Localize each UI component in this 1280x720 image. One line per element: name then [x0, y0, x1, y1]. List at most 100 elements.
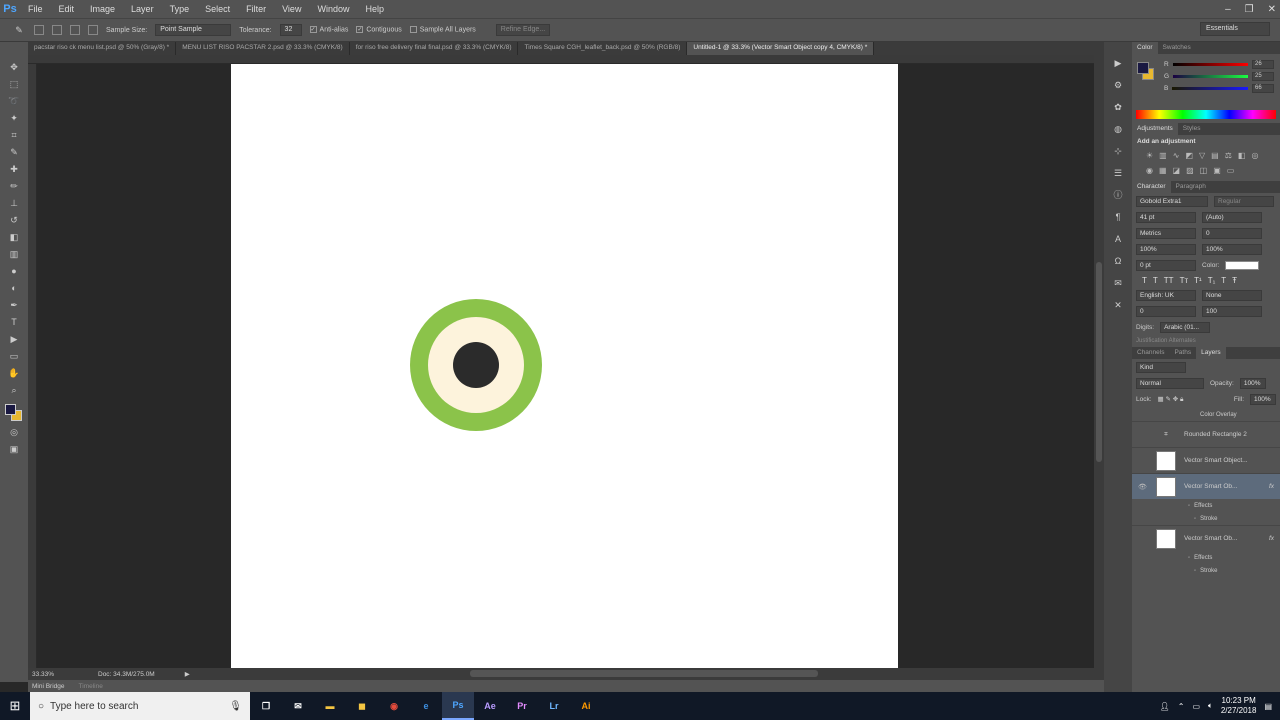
tool-presets-icon[interactable]: ⊹: [1111, 144, 1125, 158]
info-panel-icon[interactable]: ⓘ: [1111, 188, 1125, 202]
indent-field-1[interactable]: 0: [1136, 306, 1196, 317]
text-color-swatch[interactable]: [1225, 261, 1260, 270]
notifications-icon[interactable]: ▤: [1264, 702, 1272, 711]
menu-help[interactable]: Help: [357, 0, 392, 18]
anti-alias-dropdown[interactable]: None: [1202, 290, 1262, 301]
tab-layers[interactable]: Layers: [1196, 347, 1226, 359]
path-selection-icon[interactable]: ▶: [7, 332, 21, 346]
quick-mask-icon[interactable]: ◎: [7, 425, 21, 439]
menu-file[interactable]: File: [20, 0, 51, 18]
subtract-selection-icon[interactable]: [70, 25, 80, 35]
photo-filter-icon[interactable]: ◎: [1251, 151, 1258, 160]
effect-eye-icon[interactable]: ◦: [1194, 516, 1196, 522]
font-size-field[interactable]: 41 pt: [1136, 212, 1196, 223]
effect-eye-icon[interactable]: ◦: [1188, 555, 1190, 561]
lightroom-taskbar-icon[interactable]: Lr: [538, 692, 570, 720]
sample-all-layers-checkbox[interactable]: Sample All Layers: [409, 26, 476, 34]
intersect-selection-icon[interactable]: [88, 25, 98, 35]
fill-field[interactable]: 100%: [1250, 394, 1276, 405]
tolerance-input[interactable]: 32: [279, 24, 302, 36]
underline-icon[interactable]: T: [1221, 276, 1226, 285]
green-slider[interactable]: [1173, 74, 1248, 78]
edge-icon[interactable]: e: [410, 692, 442, 720]
effects-row[interactable]: ◦ Effects: [1132, 551, 1280, 564]
tab-channels[interactable]: Channels: [1132, 347, 1169, 359]
black-white-icon[interactable]: ◧: [1238, 151, 1246, 160]
workspace-dropdown[interactable]: Essentials: [1200, 22, 1270, 36]
vibrance-icon[interactable]: ▽: [1199, 151, 1205, 160]
glyphs-panel-icon[interactable]: Ω: [1111, 254, 1125, 268]
vertical-scroll-thumb[interactable]: [1096, 262, 1102, 462]
faux-bold-icon[interactable]: T: [1142, 276, 1147, 285]
layer-row[interactable]: ⌗ Rounded Rectangle 2: [1132, 421, 1280, 447]
eye-artwork[interactable]: [410, 299, 542, 431]
tab-swatches[interactable]: Swatches: [1158, 42, 1196, 54]
subscript-icon[interactable]: T₁: [1208, 276, 1216, 285]
tab-character[interactable]: Character: [1132, 181, 1171, 193]
new-selection-icon[interactable]: [34, 25, 44, 35]
after-effects-taskbar-icon[interactable]: Ae: [474, 692, 506, 720]
brush-tool-icon[interactable]: ✏: [7, 179, 21, 193]
red-value[interactable]: 26: [1252, 59, 1274, 69]
network-icon[interactable]: ▭: [1192, 702, 1200, 711]
pen-tool-icon[interactable]: ✒: [7, 298, 21, 312]
exposure-icon[interactable]: ◩: [1185, 151, 1193, 160]
hue-saturation-icon[interactable]: ▤: [1211, 151, 1219, 160]
people-icon[interactable]: 👤︎: [1160, 702, 1170, 711]
foreground-color-swatch[interactable]: [5, 404, 16, 415]
vertical-scale-field[interactable]: 100%: [1136, 244, 1196, 255]
eyedropper-icon[interactable]: ✎: [7, 145, 21, 159]
font-style-dropdown[interactable]: Regular: [1214, 196, 1274, 207]
digits-dropdown[interactable]: Arabic (01...: [1160, 322, 1211, 333]
photoshop-taskbar-icon[interactable]: Ps: [442, 692, 474, 720]
actions-panel-icon[interactable]: ☰: [1111, 166, 1125, 180]
status-arrow-icon[interactable]: ▶: [185, 670, 190, 678]
horizontal-scale-field[interactable]: 100%: [1202, 244, 1262, 255]
brightness-icon[interactable]: ☀: [1146, 151, 1153, 160]
threshold-icon[interactable]: ◫: [1200, 166, 1208, 175]
baseline-shift-field[interactable]: 0 pt: [1136, 260, 1196, 271]
clone-stamp-icon[interactable]: ⊥: [7, 196, 21, 210]
justification-alternates-checkbox[interactable]: Justification Alternates: [1136, 338, 1276, 344]
tab-adjustments[interactable]: Adjustments: [1132, 123, 1178, 135]
mail-icon[interactable]: ✉: [282, 692, 314, 720]
restore-button[interactable]: ❐: [1245, 4, 1254, 15]
tab-color[interactable]: Color: [1132, 42, 1158, 54]
microphone-icon[interactable]: 🎙︎: [229, 701, 242, 712]
effects-row[interactable]: ◦ Effects: [1132, 499, 1280, 512]
stroke-row[interactable]: ◦ Stroke: [1132, 564, 1280, 577]
anti-alias-checkbox[interactable]: ✓ Anti-alias: [309, 26, 348, 34]
language-dropdown[interactable]: English: UK: [1136, 290, 1196, 301]
crop-tool-icon[interactable]: ⌗: [7, 128, 21, 142]
eyedropper-tool-icon[interactable]: ✎: [12, 23, 26, 37]
menu-type[interactable]: Type: [162, 0, 198, 18]
layer-row[interactable]: Vector Smart Object...: [1132, 447, 1280, 473]
effect-eye-icon[interactable]: ◦: [1194, 568, 1196, 574]
properties-panel-icon[interactable]: ⚙: [1111, 78, 1125, 92]
layer-row[interactable]: Vector Smart Ob... fx: [1132, 525, 1280, 551]
all-caps-icon[interactable]: TT: [1164, 276, 1174, 285]
sample-size-dropdown[interactable]: Point Sample: [155, 24, 232, 36]
menu-edit[interactable]: Edit: [51, 0, 83, 18]
character-styles-icon[interactable]: A: [1111, 232, 1125, 246]
zoom-tool-icon[interactable]: ⌕: [7, 383, 21, 397]
blue-slider[interactable]: [1172, 86, 1248, 90]
gradient-tool-icon[interactable]: ▥: [7, 247, 21, 261]
eraser-tool-icon[interactable]: ◧: [7, 230, 21, 244]
fx-icon[interactable]: fx: [1269, 483, 1280, 490]
premiere-taskbar-icon[interactable]: Pr: [506, 692, 538, 720]
faux-italic-icon[interactable]: T: [1153, 276, 1158, 285]
tab-styles[interactable]: Styles: [1178, 123, 1206, 135]
shape-tool-icon[interactable]: ▭: [7, 349, 21, 363]
dodge-tool-icon[interactable]: ◐: [7, 281, 21, 295]
layer-row-selected[interactable]: 👁︎ Vector Smart Ob... fx: [1132, 473, 1280, 499]
menu-filter[interactable]: Filter: [238, 0, 274, 18]
color-overlay-effect[interactable]: Color Overlay: [1132, 408, 1280, 421]
menu-select[interactable]: Select: [197, 0, 238, 18]
paragraph-styles-icon[interactable]: ¶: [1111, 210, 1125, 224]
blue-value[interactable]: 66: [1252, 83, 1274, 93]
kerning-field[interactable]: Metrics: [1136, 228, 1196, 239]
brush-panel-icon[interactable]: ✿: [1111, 100, 1125, 114]
opacity-field[interactable]: 100%: [1239, 378, 1266, 389]
menu-window[interactable]: Window: [309, 0, 357, 18]
